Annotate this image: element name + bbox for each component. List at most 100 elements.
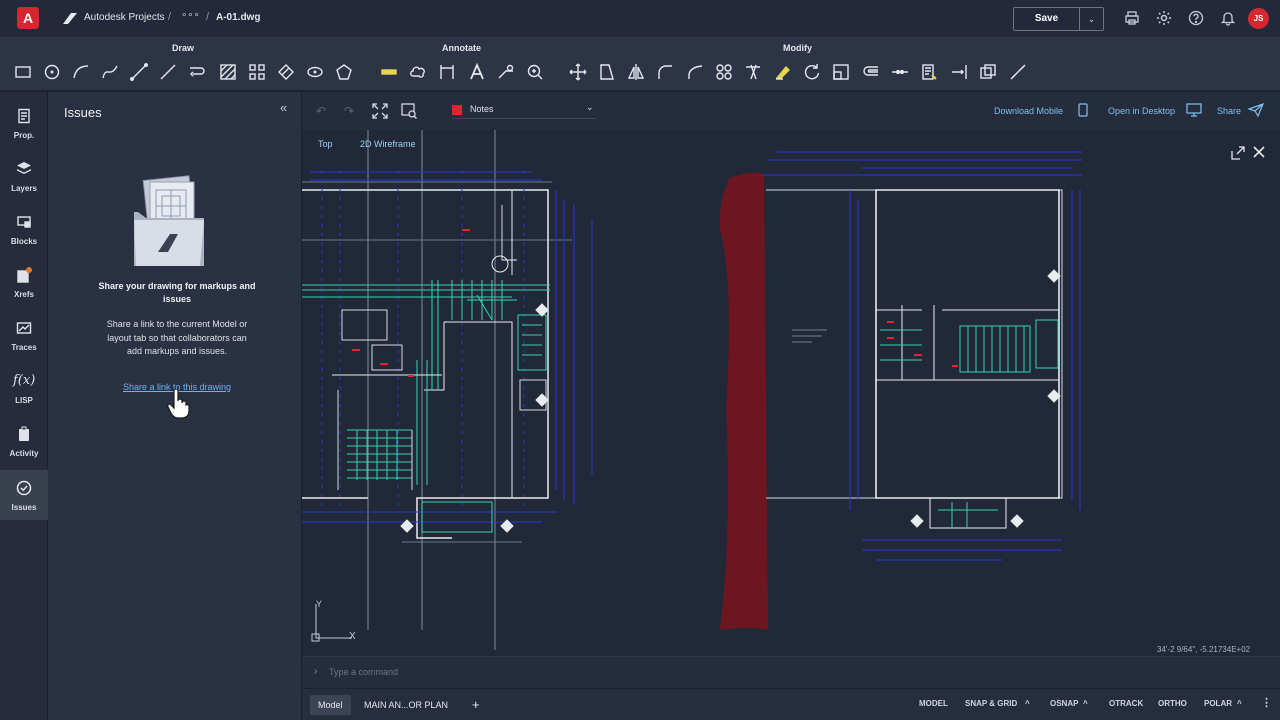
visual-style-label[interactable]: 2D Wireframe — [360, 139, 416, 149]
explode-icon[interactable] — [1007, 61, 1029, 83]
status-toggle-ortho[interactable]: ORTHO — [1158, 699, 1187, 708]
empty-state-heading: Share your drawing for markups and issue… — [98, 281, 256, 304]
panel-title: Issues — [64, 105, 102, 120]
save-dropdown-icon[interactable]: ⌄ — [1080, 7, 1104, 31]
chevron-up-icon[interactable]: ^ — [1025, 699, 1030, 708]
redo-icon[interactable]: ↷ — [344, 104, 354, 118]
status-toggle-otrack[interactable]: OTRACK — [1109, 699, 1143, 708]
breadcrumb-file[interactable]: A-01.dwg — [216, 12, 260, 23]
revcloud-icon[interactable] — [186, 61, 208, 83]
add-layout-button[interactable]: + — [464, 695, 488, 715]
status-toggle-polar[interactable]: POLAR — [1204, 699, 1232, 708]
mirror-icon[interactable] — [625, 61, 647, 83]
command-line[interactable]: › Type a command — [302, 656, 1280, 688]
text-icon[interactable] — [466, 61, 488, 83]
chamfer-icon[interactable] — [684, 61, 706, 83]
rail-item-blocks[interactable]: Blocks — [0, 204, 48, 254]
gear-icon[interactable] — [1155, 10, 1173, 28]
tab-model[interactable]: Model — [310, 695, 351, 715]
xrefs-icon — [17, 267, 32, 283]
rail-label: Blocks — [10, 237, 38, 246]
line-icon[interactable] — [157, 61, 179, 83]
erase-icon[interactable] — [772, 61, 794, 83]
status-toggle-osnap[interactable]: OSNAP — [1050, 699, 1078, 708]
breadcrumb-ellipsis[interactable]: ∘∘∘ — [181, 10, 200, 21]
traces-icon — [16, 322, 32, 334]
properties-match-icon[interactable] — [918, 61, 940, 83]
rail-label: LISP — [15, 396, 33, 405]
drawing-viewport[interactable]: Y X ↶ ↷ Notes ⌄ Download Mobile Open in … — [302, 92, 1280, 688]
print-icon[interactable] — [1123, 10, 1141, 28]
extend-icon[interactable] — [948, 61, 970, 83]
layer-dropdown[interactable]: Notes ⌄ — [452, 102, 596, 119]
rotate-icon[interactable] — [801, 61, 823, 83]
top-bar: A Autodesk Projects / ∘∘∘ / A-01.dwg Sav… — [0, 0, 1280, 38]
rail-item-lisp[interactable]: f(x) LISP — [0, 363, 48, 413]
hand-cursor-icon — [167, 389, 190, 419]
shared-folder-illustration-icon — [134, 175, 204, 266]
status-toggle-model[interactable]: MODEL — [919, 699, 948, 708]
command-input-placeholder[interactable]: Type a command — [329, 667, 398, 677]
scale-icon[interactable] — [830, 61, 852, 83]
close-icon[interactable] — [1252, 145, 1266, 159]
bell-icon[interactable] — [1219, 10, 1237, 28]
save-button[interactable]: Save — [1013, 7, 1080, 31]
rail-item-traces[interactable]: Traces — [0, 310, 48, 360]
collapse-panel-icon[interactable]: « — [280, 100, 287, 115]
arc-icon[interactable] — [70, 61, 92, 83]
ribbon-toolbar: Draw Annotate Modify — [0, 38, 1280, 91]
cloud-markup-icon[interactable] — [407, 61, 429, 83]
rail-item-activity[interactable]: Activity — [0, 416, 48, 466]
highlight-icon[interactable] — [378, 61, 400, 83]
array-icon[interactable] — [246, 61, 268, 83]
help-icon[interactable] — [1187, 10, 1205, 28]
view-cube-top[interactable]: Top — [318, 139, 333, 149]
avatar[interactable]: JS — [1248, 8, 1269, 29]
join-icon[interactable] — [977, 61, 999, 83]
undo-icon[interactable]: ↶ — [316, 104, 326, 118]
tab-main-floor-plan[interactable]: MAIN AN...OR PLAN — [356, 695, 456, 715]
copy-icon[interactable] — [713, 61, 735, 83]
share-link[interactable]: Share — [1217, 106, 1241, 116]
chevron-up-icon[interactable]: ^ — [1237, 699, 1242, 708]
break-icon[interactable] — [889, 61, 911, 83]
fillet-icon[interactable] — [654, 61, 676, 83]
rail-item-xrefs[interactable]: Xrefs — [0, 257, 48, 307]
leader-icon[interactable] — [495, 61, 517, 83]
desktop-icon[interactable] — [1186, 103, 1202, 117]
breadcrumb-separator: / — [168, 11, 172, 23]
properties-icon — [18, 108, 30, 124]
dimension-icon[interactable] — [436, 61, 458, 83]
zoom-window-icon[interactable] — [401, 103, 417, 119]
move-icon[interactable] — [567, 61, 589, 83]
stretch-icon[interactable] — [596, 61, 618, 83]
breadcrumb-project[interactable]: Autodesk Projects — [84, 12, 165, 23]
circle-icon[interactable] — [41, 61, 63, 83]
polygon-icon[interactable] — [333, 61, 355, 83]
chevron-up-icon[interactable]: ^ — [1083, 699, 1088, 708]
spline-icon[interactable] — [99, 61, 121, 83]
rectangle-icon[interactable] — [12, 61, 34, 83]
more-options-icon[interactable]: ⋮ — [1261, 696, 1272, 709]
hatch-icon[interactable] — [217, 61, 239, 83]
autocad-logo-icon[interactable]: A — [17, 7, 39, 29]
popout-icon[interactable] — [1231, 146, 1245, 160]
blocks-icon — [17, 216, 31, 228]
offset-icon[interactable] — [860, 61, 882, 83]
trim-icon[interactable] — [742, 61, 764, 83]
status-toggle-snap-grid[interactable]: SNAP & GRID — [965, 699, 1017, 708]
rail-item-issues[interactable]: Issues — [0, 470, 48, 520]
zoom-measure-icon[interactable] — [524, 61, 546, 83]
rail-item-properties[interactable]: Prop. — [0, 98, 48, 148]
chevron-down-icon: ⌄ — [586, 102, 594, 112]
cad-drawing-canvas[interactable] — [302, 130, 1280, 688]
send-icon[interactable] — [1248, 103, 1264, 117]
polyline-icon[interactable] — [128, 61, 150, 83]
mobile-icon[interactable] — [1078, 103, 1088, 117]
open-in-desktop-link[interactable]: Open in Desktop — [1108, 106, 1175, 116]
rail-item-layers[interactable]: Layers — [0, 151, 48, 201]
ellipse-icon[interactable] — [304, 61, 326, 83]
download-mobile-link[interactable]: Download Mobile — [994, 106, 1063, 116]
fit-view-icon[interactable] — [372, 103, 388, 119]
gradient-icon[interactable] — [275, 61, 297, 83]
